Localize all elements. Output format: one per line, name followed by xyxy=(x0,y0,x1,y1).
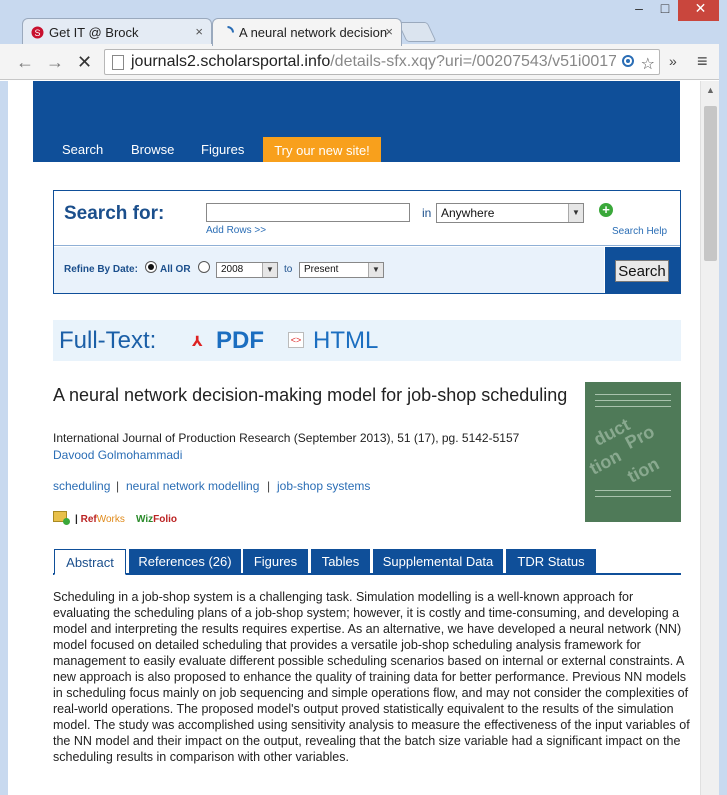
in-label: in xyxy=(422,206,432,220)
minimize-button[interactable]: – xyxy=(626,0,652,21)
loading-spinner-icon xyxy=(227,26,234,33)
to-label: to xyxy=(284,264,293,275)
browser-tabstrip: S Get IT @ Brock × A neural network deci… xyxy=(0,0,727,46)
refworks-works: Works xyxy=(96,514,125,525)
stop-button[interactable]: ✕ xyxy=(77,52,92,73)
nav-browse-link[interactable]: Browse xyxy=(131,142,174,157)
close-window-button[interactable]: ✕ xyxy=(678,0,723,21)
pdf-icon: ⅄ xyxy=(192,333,203,349)
tab-supplemental-data[interactable]: Supplemental Data xyxy=(373,549,503,574)
refine-by-date-label: Refine By Date: xyxy=(64,264,138,275)
search-submit-button[interactable]: Search xyxy=(615,260,669,282)
article-title: A neural network decision-making model f… xyxy=(53,385,568,405)
dropdown-arrow-icon: ▼ xyxy=(262,263,277,277)
search-scope-value: Anywhere xyxy=(441,206,495,220)
tab-tdr-status[interactable]: TDR Status xyxy=(506,549,596,574)
full-text-label: Full-Text: xyxy=(59,327,157,354)
tab-abstract[interactable]: Abstract xyxy=(54,549,126,575)
nav-search-link[interactable]: Search xyxy=(62,142,103,157)
wizfolio-link[interactable]: WizFolio xyxy=(136,514,177,525)
try-new-site-link[interactable]: Try our new site! xyxy=(263,137,381,162)
forward-button[interactable]: → xyxy=(46,52,64,73)
keyword-link[interactable]: scheduling xyxy=(53,479,110,493)
overflow-chevron-icon[interactable]: » xyxy=(669,53,677,69)
browser-toolbar: ← → ✕ journals2.scholarsportal.info/deta… xyxy=(0,44,727,80)
abstract-text: Scheduling in a job-shop system is a cha… xyxy=(53,590,690,764)
year-to-select[interactable]: Present ▼ xyxy=(299,262,384,278)
nav-figures-link[interactable]: Figures xyxy=(201,142,244,157)
tab-close-icon[interactable]: × xyxy=(385,24,393,39)
search-panel: Search for: in Anywhere ▼ Add Rows >> + … xyxy=(53,190,681,294)
keyword-separator: | xyxy=(116,479,120,493)
vertical-scrollbar[interactable]: ▲ xyxy=(700,81,719,795)
brock-favicon-icon: S xyxy=(31,26,44,39)
bookmark-star-icon[interactable]: ☆ xyxy=(641,56,655,73)
maximize-button[interactable]: □ xyxy=(652,0,678,21)
tab-title: Get IT @ Brock xyxy=(49,25,139,40)
tab-tables[interactable]: Tables xyxy=(311,549,370,574)
new-tab-button[interactable] xyxy=(397,22,437,42)
wizfolio-folio: Folio xyxy=(153,514,178,525)
menu-icon[interactable]: ≡ xyxy=(697,51,708,72)
article-journal: International Journal of Production Rese… xyxy=(53,431,520,445)
back-button[interactable]: ← xyxy=(16,52,34,73)
search-title: Search for: xyxy=(64,203,165,224)
tab-neural-network[interactable]: A neural network decision × xyxy=(212,18,402,46)
refworks-ref: Ref xyxy=(80,514,97,525)
extension-icon[interactable] xyxy=(620,53,636,69)
date-range-radio[interactable] xyxy=(198,261,210,273)
search-help-link[interactable]: Search Help xyxy=(612,226,667,237)
svg-text:S: S xyxy=(34,28,40,38)
window-border xyxy=(719,0,727,795)
window-border xyxy=(0,81,8,795)
wizfolio-wiz: Wiz xyxy=(136,514,154,525)
url-path: /details-sfx.xqy?uri=/00207543/v51i0017 xyxy=(330,53,618,70)
scroll-thumb[interactable] xyxy=(704,106,717,261)
journal-cover-image[interactable]: duct Pro tion tion xyxy=(585,382,681,522)
dropdown-arrow-icon: ▼ xyxy=(368,263,383,277)
keyword-link[interactable]: neural network modelling xyxy=(126,479,259,493)
keyword-link[interactable]: job-shop systems xyxy=(277,479,370,493)
save-folder-icon[interactable] xyxy=(53,511,70,525)
search-scope-select[interactable]: Anywhere ▼ xyxy=(436,203,584,223)
refworks-link[interactable]: | RefWorks xyxy=(75,514,125,525)
scroll-up-icon[interactable]: ▲ xyxy=(706,85,715,95)
all-or-label: All OR xyxy=(160,264,191,275)
site-header: Search Browse Figures Try our new site! xyxy=(33,81,680,162)
search-input[interactable] xyxy=(206,203,410,222)
year-from-select[interactable]: 2008 ▼ xyxy=(216,262,278,278)
dropdown-arrow-icon: ▼ xyxy=(568,204,583,222)
url-domain: journals2.scholarsportal.info xyxy=(131,53,331,70)
author-link[interactable]: Davood Golmohammadi xyxy=(53,448,182,462)
add-row-plus-icon[interactable]: + xyxy=(599,203,613,217)
html-link[interactable]: HTML xyxy=(313,327,378,355)
full-text-bar: Full-Text: ⅄ PDF <> HTML xyxy=(53,320,681,361)
year-from-value: 2008 xyxy=(221,264,244,275)
tab-references[interactable]: References (26) xyxy=(129,549,241,574)
date-all-radio[interactable] xyxy=(145,261,157,273)
page-icon xyxy=(112,55,124,70)
address-bar[interactable]: journals2.scholarsportal.info/details-sf… xyxy=(104,49,660,75)
keyword-separator: | xyxy=(267,479,271,493)
year-to-value: Present xyxy=(304,264,339,275)
tab-close-icon[interactable]: × xyxy=(195,24,203,39)
refworks-separator: | xyxy=(75,514,78,525)
tab-get-it-brock[interactable]: S Get IT @ Brock × xyxy=(22,18,212,46)
tab-title: A neural network decision xyxy=(239,25,388,40)
tab-figures[interactable]: Figures xyxy=(243,549,308,574)
html-icon: <> xyxy=(288,332,304,348)
pdf-link[interactable]: PDF xyxy=(216,327,264,355)
add-rows-link[interactable]: Add Rows >> xyxy=(206,225,266,236)
